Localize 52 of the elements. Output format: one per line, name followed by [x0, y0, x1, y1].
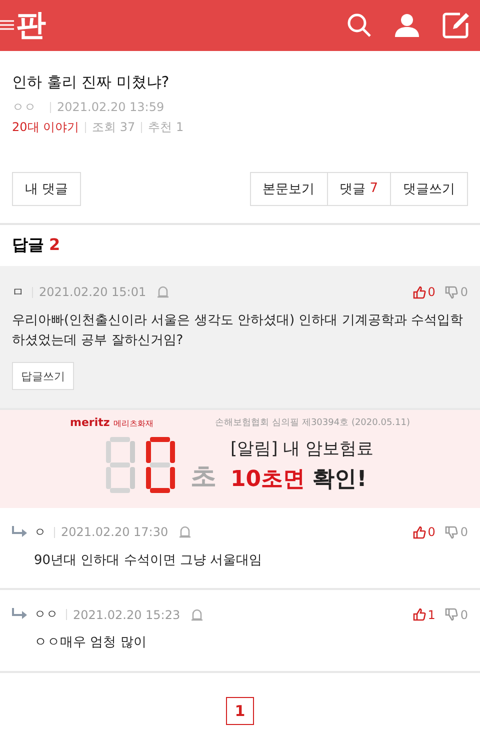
reply-button[interactable]: 답글쓰기 — [12, 362, 74, 390]
view-count: 조회 37 — [92, 118, 136, 136]
thumbs-up-icon[interactable] — [412, 526, 426, 539]
bell-icon[interactable] — [178, 525, 192, 540]
write-comment-button[interactable]: 댓글쓰기 — [391, 172, 468, 206]
logo-text[interactable]: 판 — [16, 4, 46, 46]
dislike-count[interactable]: 0 — [445, 525, 468, 540]
recommend-count: 추천 1 — [148, 118, 184, 136]
like-count[interactable]: 0 — [412, 285, 436, 300]
ad-unit: 초 — [190, 460, 216, 494]
thumbs-up-icon[interactable] — [412, 608, 426, 622]
logo[interactable]: 판 — [0, 4, 46, 46]
comment-date: 2021.02.20 15:23 — [73, 608, 180, 622]
thumbs-up-icon[interactable] — [412, 286, 426, 299]
dislike-count[interactable]: 0 — [445, 608, 468, 622]
comment-text: 우리아빠(인천출신이라 서울은 생각도 안하셨대) 인하대 기계공학과 수석입학 하셨었는데 공부 잘하신거임? — [12, 312, 464, 350]
user-icon[interactable] — [394, 12, 420, 38]
comment-date: 2021.02.20 17:30 — [61, 525, 168, 540]
ad-notice: 손해보험협회 심의필 제30394호 (2020.05.11) — [215, 417, 410, 430]
replies-count: 2 — [49, 234, 60, 256]
post-title: 인하 훌리 진짜 미쳤냐? — [12, 72, 170, 92]
replies-label: 답글 — [12, 234, 44, 256]
bell-icon[interactable] — [156, 285, 170, 300]
ad-brand: meritz 메리츠화재 — [70, 416, 154, 430]
ad-banner[interactable]: meritz 메리츠화재 손해보험협회 심의필 제30394호 (2020.05.11) 초 [알림] 내 암보험료 10초면 확인! — [0, 410, 480, 508]
digital-counter-drawing — [106, 437, 176, 494]
comment-author: ㅇ — [34, 524, 46, 541]
post-author: ㅇㅇ — [12, 98, 36, 116]
page-button[interactable]: 1 — [226, 697, 254, 726]
comments-button[interactable]: 댓글 7 — [328, 172, 391, 206]
thumbs-down-icon[interactable] — [445, 526, 458, 539]
comment-text: 90년대 인하대 수석이면 그냥 서울대임 — [34, 552, 264, 570]
comment-text: ㅇㅇ매우 엄청 많이 — [34, 634, 148, 652]
view-post-button[interactable]: 본문보기 — [250, 172, 328, 206]
reply-arrow-icon — [12, 608, 28, 620]
post-date: 2021.02.20 13:59 — [57, 100, 164, 114]
reply-arrow-icon — [12, 526, 28, 538]
thumbs-down-icon[interactable] — [445, 608, 458, 622]
search-icon[interactable] — [346, 12, 372, 38]
like-count[interactable]: 0 — [412, 525, 436, 540]
post-category[interactable]: 20대 이야기 — [12, 118, 80, 136]
my-comments-button[interactable]: 내 댓글 — [12, 172, 82, 206]
comment-author: ㅇㅇ — [34, 606, 58, 624]
thumbs-down-icon[interactable] — [445, 286, 458, 299]
comment-date: 2021.02.20 15:01 — [39, 285, 146, 300]
write-icon[interactable] — [442, 11, 470, 40]
bell-icon[interactable] — [190, 608, 204, 622]
comment-author: ㅁ — [12, 284, 24, 301]
ad-headline: [알림] 내 암보험료 — [230, 438, 374, 460]
ad-tagline: 10초면 확인! — [230, 466, 368, 494]
menu-icon[interactable] — [0, 18, 14, 32]
like-count[interactable]: 1 — [412, 608, 436, 622]
